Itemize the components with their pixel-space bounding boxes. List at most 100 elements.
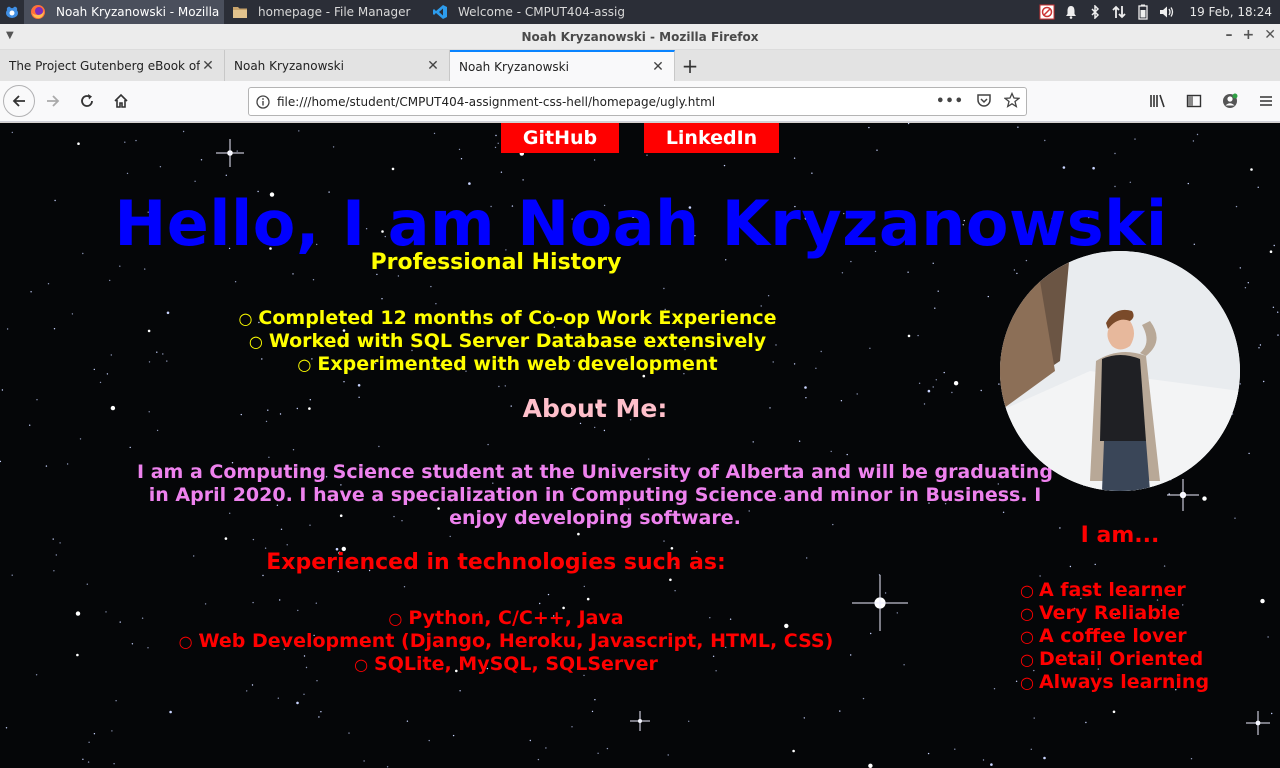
star bbox=[76, 653, 79, 657]
linkedin-link[interactable]: LinkedIn bbox=[644, 123, 779, 153]
star bbox=[487, 443, 489, 446]
close-tab-icon[interactable]: ✕ bbox=[425, 58, 441, 74]
taskbar-item-vscode[interactable]: Welcome - CMPUT404-assig... bbox=[426, 0, 626, 24]
maximize-icon[interactable]: + bbox=[1243, 27, 1255, 43]
star bbox=[45, 465, 48, 467]
star bbox=[267, 409, 269, 411]
tab-noah-active[interactable]: Noah Kryzanowski ✕ bbox=[450, 50, 675, 81]
new-tab-button[interactable]: + bbox=[675, 50, 705, 81]
star bbox=[723, 164, 726, 167]
account-button[interactable] bbox=[1216, 85, 1244, 117]
star bbox=[88, 741, 90, 743]
forward-arrow-icon bbox=[47, 95, 60, 107]
star bbox=[495, 134, 497, 137]
star bbox=[1258, 347, 1260, 349]
forward-button[interactable] bbox=[37, 85, 69, 117]
site-info-icon[interactable] bbox=[249, 94, 277, 109]
notification-bell-icon[interactable] bbox=[1063, 4, 1079, 20]
star bbox=[225, 174, 227, 176]
star bbox=[279, 599, 281, 601]
pocket-icon[interactable] bbox=[976, 92, 992, 112]
bright-star bbox=[630, 711, 650, 731]
star bbox=[1134, 138, 1136, 140]
network-transfer-icon[interactable] bbox=[1111, 4, 1127, 20]
page-actions-icon[interactable]: ••• bbox=[936, 94, 964, 109]
star bbox=[917, 334, 919, 337]
star bbox=[547, 593, 550, 596]
minimize-icon[interactable]: – bbox=[1226, 27, 1233, 43]
url-text[interactable]: file:///home/student/CMPUT404-assignment… bbox=[277, 95, 936, 109]
circle-bullet-icon: ○ bbox=[1020, 604, 1034, 623]
star bbox=[358, 396, 360, 398]
star bbox=[669, 578, 672, 582]
home-icon bbox=[114, 93, 128, 108]
star bbox=[647, 458, 650, 460]
star bbox=[792, 749, 795, 753]
star bbox=[1044, 139, 1046, 142]
circle-bullet-icon: ○ bbox=[248, 332, 263, 351]
star bbox=[1196, 133, 1199, 136]
star bbox=[449, 535, 451, 538]
star bbox=[1, 389, 4, 391]
star bbox=[594, 426, 596, 429]
star bbox=[6, 328, 9, 330]
star bbox=[315, 602, 317, 604]
app-menu-button[interactable] bbox=[1252, 85, 1280, 117]
tab-gutenberg[interactable]: The Project Gutenberg eBook of J ✕ bbox=[0, 50, 225, 81]
list-item: ○ Detail Oriented bbox=[1020, 648, 1209, 671]
star bbox=[1263, 380, 1265, 383]
close-window-icon[interactable]: ✕ bbox=[1264, 27, 1276, 43]
taskbar-item-file-manager[interactable]: homepage - File Manager bbox=[226, 0, 424, 24]
star bbox=[954, 748, 956, 750]
star bbox=[433, 132, 436, 135]
list-item-text: SQLite, MySQL, SQLServer bbox=[374, 653, 658, 675]
reload-button[interactable] bbox=[71, 85, 103, 117]
star bbox=[934, 307, 936, 309]
star bbox=[498, 385, 500, 388]
star bbox=[884, 592, 887, 594]
hamburger-menu-icon bbox=[1260, 96, 1272, 106]
star bbox=[1085, 721, 1087, 724]
taskbar-item-firefox[interactable]: Noah Kryzanowski - Mozilla F... bbox=[24, 0, 224, 24]
plus-icon: + bbox=[681, 53, 699, 78]
blocked-notification-icon[interactable] bbox=[1039, 4, 1055, 20]
star bbox=[124, 141, 126, 143]
system-tray: 19 Feb, 18:24 bbox=[1039, 0, 1280, 24]
library-button[interactable] bbox=[1144, 85, 1172, 117]
star bbox=[1202, 496, 1207, 501]
bright-star bbox=[1167, 479, 1199, 511]
volume-icon[interactable] bbox=[1159, 4, 1175, 20]
star bbox=[1260, 598, 1265, 604]
list-item: ○ SQLite, MySQL, SQLServer bbox=[130, 653, 882, 676]
star bbox=[391, 167, 395, 171]
star bbox=[927, 389, 931, 393]
star bbox=[767, 295, 770, 297]
bookmark-star-icon[interactable] bbox=[1003, 91, 1021, 112]
star bbox=[876, 149, 878, 151]
i-am-title: I am... bbox=[1080, 523, 1160, 548]
star bbox=[169, 710, 172, 714]
clock[interactable]: 19 Feb, 18:24 bbox=[1189, 5, 1272, 19]
close-tab-icon[interactable]: ✕ bbox=[200, 58, 216, 74]
star bbox=[458, 148, 461, 151]
tab-noah-1[interactable]: Noah Kryzanowski ✕ bbox=[225, 50, 450, 81]
tab-strip: The Project Gutenberg eBook of J ✕ Noah … bbox=[0, 50, 1280, 81]
list-item-text: Completed 12 months of Co-op Work Experi… bbox=[258, 307, 777, 329]
application-menu-button[interactable] bbox=[0, 0, 24, 24]
star bbox=[30, 291, 32, 293]
bluetooth-icon[interactable] bbox=[1087, 4, 1103, 20]
star bbox=[497, 142, 499, 144]
window-menu-icon[interactable]: ▼ bbox=[6, 30, 14, 41]
back-button[interactable] bbox=[3, 85, 35, 117]
star bbox=[1259, 344, 1262, 346]
star bbox=[77, 142, 80, 145]
close-tab-icon[interactable]: ✕ bbox=[650, 59, 666, 75]
home-button[interactable] bbox=[105, 85, 137, 117]
star bbox=[309, 399, 311, 401]
star bbox=[937, 290, 939, 292]
url-bar[interactable]: file:///home/student/CMPUT404-assignment… bbox=[248, 87, 1027, 116]
sidebar-button[interactable] bbox=[1180, 85, 1208, 117]
github-link[interactable]: GitHub bbox=[501, 123, 619, 153]
circle-bullet-icon: ○ bbox=[238, 309, 253, 328]
battery-icon[interactable] bbox=[1135, 4, 1151, 20]
